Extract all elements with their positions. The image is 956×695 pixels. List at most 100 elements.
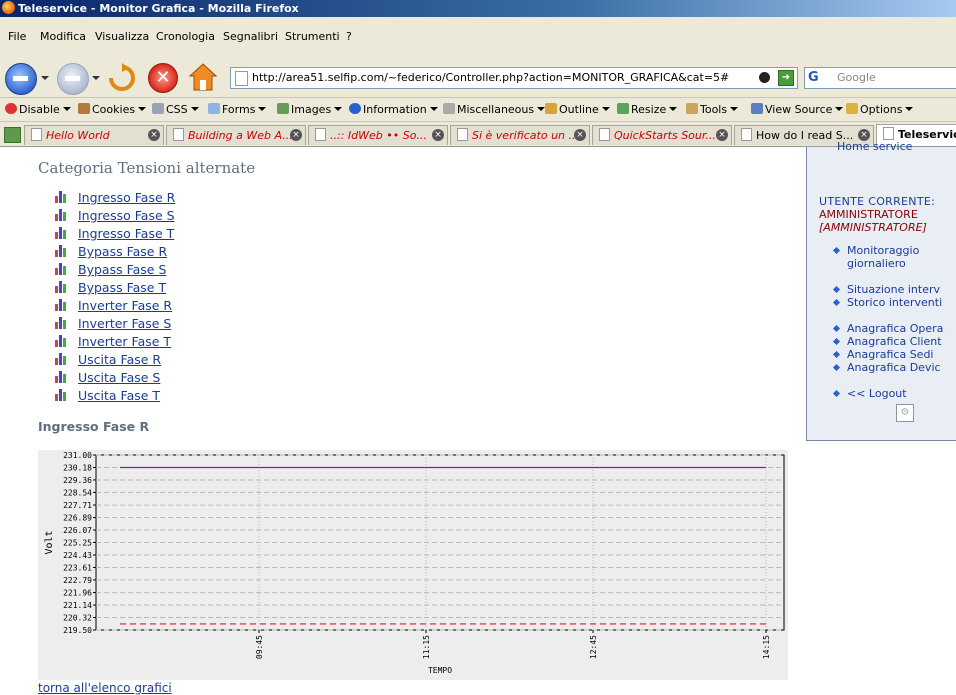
y-tick-label: 225.25 [63, 539, 92, 548]
y-tick-label: 223.61 [63, 563, 92, 572]
menu-file[interactable]: File [8, 30, 26, 43]
menu-help[interactable]: ? [346, 30, 352, 43]
dev-view-source[interactable]: View Source [751, 103, 844, 116]
chart-link[interactable]: Inverter Fase S [78, 316, 171, 331]
x-tick-label: 14:15 [762, 635, 771, 659]
address-url[interactable]: http://area51.selfip.com/~federico/Contr… [252, 71, 729, 84]
chart-link[interactable]: Ingresso Fase R [78, 190, 175, 205]
back-button[interactable] [5, 63, 37, 95]
css-icon [152, 103, 164, 114]
list-item: Inverter Fase R [54, 297, 175, 315]
sidebar-item-monitoraggio[interactable]: Monitoraggio giornaliero [847, 244, 937, 270]
dev-tools[interactable]: Tools [686, 103, 739, 116]
chart-link[interactable]: Inverter Fase T [78, 334, 171, 349]
dev-disable[interactable]: Disable [5, 103, 71, 116]
sidebar-item-situazione[interactable]: Situazione interv [847, 283, 940, 296]
address-bar[interactable]: http://area51.selfip.com/~federico/Contr… [230, 67, 798, 89]
list-item: Inverter Fase S [54, 315, 175, 333]
gear-icon[interactable]: ⚙ [896, 404, 914, 422]
chart-icon [55, 227, 70, 239]
search-box[interactable]: G Google [804, 67, 956, 89]
firefox-icon [2, 1, 15, 14]
new-tab-icon[interactable] [4, 127, 21, 143]
menu-segnalibri[interactable]: Segnalibri [223, 30, 278, 43]
sidebar-item-operatori[interactable]: Anagrafica Opera [847, 322, 943, 335]
chart-link[interactable]: Uscita Fase T [78, 388, 160, 403]
menu-cronologia[interactable]: Cronologia [156, 30, 215, 43]
close-tab-icon[interactable]: × [148, 129, 160, 141]
close-tab-icon[interactable]: × [574, 129, 586, 141]
chart-link[interactable]: Uscita Fase R [78, 352, 161, 367]
y-tick-label: 222.79 [63, 576, 92, 585]
sidebar-item-storico[interactable]: Storico interventi [847, 296, 942, 309]
x-tick-label: 11:15 [422, 635, 431, 659]
chart-link[interactable]: Uscita Fase S [78, 370, 160, 385]
tab-building-web[interactable]: Building a Web A... × [166, 125, 306, 145]
tab-hello-world[interactable]: Hello World × [24, 125, 164, 145]
tab-idweb[interactable]: ..:: IdWeb •• So... × [308, 125, 448, 145]
forward-history-dropdown[interactable] [92, 76, 100, 80]
forward-button[interactable] [57, 63, 89, 95]
dev-cookies[interactable]: Cookies [78, 103, 147, 116]
y-tick-label: 226.89 [63, 514, 92, 523]
page-icon [315, 128, 326, 141]
tab-quickstarts[interactable]: QuickStarts Sour... × [592, 125, 732, 145]
x-axis-label: TEMPO [428, 666, 452, 675]
back-to-list-link[interactable]: torna all'elenco grafici [38, 681, 172, 695]
dev-outline[interactable]: Outline [545, 103, 610, 116]
home-icon[interactable] [188, 62, 218, 92]
tab-bar: Hello World × Building a Web A... × ..:: I… [0, 122, 956, 147]
chart-link[interactable]: Ingresso Fase S [78, 208, 175, 223]
tools-icon [686, 103, 698, 114]
chart-link[interactable]: Bypass Fase R [78, 244, 167, 259]
menu-modifica[interactable]: Modifica [40, 30, 86, 43]
dev-miscellaneous[interactable]: Miscellaneous [443, 103, 546, 116]
dev-options[interactable]: Options [846, 103, 914, 116]
chart-icon [55, 353, 70, 365]
outline-icon [545, 103, 557, 114]
chart-link[interactable]: Bypass Fase S [78, 262, 166, 277]
home-service-link[interactable]: Home service [837, 140, 912, 153]
sidebar-item-clienti[interactable]: Anagrafica Client [847, 335, 942, 348]
menu-visualizza[interactable]: Visualizza [95, 30, 149, 43]
list-item: Ingresso Fase R [54, 189, 175, 207]
navigation-toolbar: ✕ http://area51.selfip.com/~federico/Con… [0, 60, 956, 98]
dev-css[interactable]: CSS [152, 103, 199, 116]
disable-icon [5, 103, 17, 114]
page-icon [741, 128, 752, 141]
search-input[interactable]: Google [837, 71, 876, 84]
list-item: Bypass Fase T [54, 279, 175, 297]
tab-error[interactable]: Si è verificato un ... × [450, 125, 590, 145]
sidebar: Home service UTENTE CORRENTE: AMMINISTRA… [806, 140, 956, 441]
page-icon [599, 128, 610, 141]
chart-link-list: Ingresso Fase R Ingresso Fase S Ingresso… [54, 189, 175, 405]
close-tab-icon[interactable]: × [290, 129, 302, 141]
logout-link[interactable]: << Logout [847, 387, 907, 400]
list-item: Ingresso Fase T [54, 225, 175, 243]
close-tab-icon[interactable]: × [716, 129, 728, 141]
voltage-chart: 231.00 230.18 229.36 228.54 227.71 226.89 226.… [38, 450, 788, 680]
close-tab-icon[interactable]: × [432, 129, 444, 141]
dev-images[interactable]: Images [277, 103, 343, 116]
y-axis-label: Volt [44, 530, 55, 554]
sidebar-item-device[interactable]: Anagrafica Devic [847, 361, 941, 374]
current-user-name: AMMINISTRATORE [819, 208, 918, 221]
back-history-dropdown[interactable] [41, 76, 49, 80]
sidebar-item-sedi[interactable]: Anagrafica Sedi [847, 348, 934, 361]
dev-information[interactable]: Information [349, 103, 438, 116]
dev-forms[interactable]: Forms [208, 103, 267, 116]
stop-button[interactable]: ✕ [148, 63, 178, 93]
chart-icon [55, 371, 70, 383]
y-tick-label: 229.36 [63, 476, 92, 485]
search-engine-icon[interactable]: G [808, 70, 819, 85]
chart-link[interactable]: Inverter Fase R [78, 298, 172, 313]
chart-icon [55, 263, 70, 275]
chart-link[interactable]: Bypass Fase T [78, 280, 166, 295]
menu-strumenti[interactable]: Strumenti [285, 30, 340, 43]
dev-resize[interactable]: Resize [617, 103, 678, 116]
address-dropdown-icon[interactable] [759, 72, 770, 83]
y-tick-label: 228.54 [63, 488, 92, 497]
chart-link[interactable]: Ingresso Fase T [78, 226, 174, 241]
go-button[interactable]: ➜ [778, 70, 794, 86]
reload-icon[interactable] [107, 63, 137, 93]
